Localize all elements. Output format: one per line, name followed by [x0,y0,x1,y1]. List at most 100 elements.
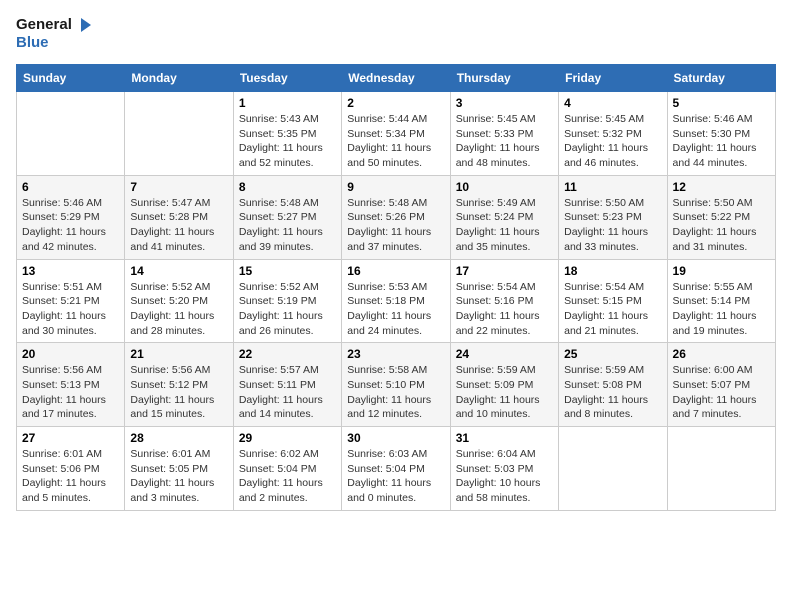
day-info: Sunrise: 6:00 AMSunset: 5:07 PMDaylight:… [673,363,770,422]
day-number: 13 [22,264,119,278]
day-info: Sunrise: 5:43 AMSunset: 5:35 PMDaylight:… [239,112,336,171]
calendar-cell: 29Sunrise: 6:02 AMSunset: 5:04 PMDayligh… [233,427,341,511]
day-number: 2 [347,96,444,110]
day-info: Sunrise: 6:04 AMSunset: 5:03 PMDaylight:… [456,447,553,506]
day-info: Sunrise: 5:50 AMSunset: 5:22 PMDaylight:… [673,196,770,255]
page-header: General Blue [16,16,776,52]
calendar-cell [125,92,233,176]
calendar-cell: 23 Sunrise: 5:58 AMSunset: 5:10 PMDayligh… [342,343,450,427]
weekday-header-row: SundayMondayTuesdayWednesdayThursdayFrid… [17,65,776,92]
calendar-cell: 1 Sunrise: 5:43 AMSunset: 5:35 PMDaylight… [233,92,341,176]
day-info: Sunrise: 5:46 AMSunset: 5:30 PMDaylight:… [673,112,770,171]
weekday-header-thursday: Thursday [450,65,558,92]
calendar-week-row: 13 Sunrise: 5:51 AMSunset: 5:21 PMDayligh… [17,259,776,343]
calendar-cell: 21Sunrise: 5:56 AMSunset: 5:12 PMDayligh… [125,343,233,427]
day-info: Sunrise: 6:01 AMSunset: 5:06 PMDaylight:… [22,447,119,506]
day-number: 27 [22,431,119,445]
day-info: Sunrise: 5:47 AMSunset: 5:28 PMDaylight:… [130,196,227,255]
weekday-header-friday: Friday [559,65,667,92]
calendar-cell: 4 Sunrise: 5:45 AMSunset: 5:32 PMDaylight… [559,92,667,176]
day-number: 17 [456,264,553,278]
day-info: Sunrise: 6:03 AMSunset: 5:04 PMDaylight:… [347,447,444,506]
weekday-header-sunday: Sunday [17,65,125,92]
calendar-cell: 11 Sunrise: 5:50 AMSunset: 5:23 PMDayligh… [559,175,667,259]
calendar-cell: 28 Sunrise: 6:01 AMSunset: 5:05 PMDayligh… [125,427,233,511]
day-number: 1 [239,96,336,110]
day-number: 30 [347,431,444,445]
weekday-header-saturday: Saturday [667,65,775,92]
day-info: Sunrise: 5:54 AMSunset: 5:16 PMDaylight:… [456,280,553,339]
calendar-cell: 5 Sunrise: 5:46 AMSunset: 5:30 PMDaylight… [667,92,775,176]
day-number: 24 [456,347,553,361]
calendar-cell: 8 Sunrise: 5:48 AMSunset: 5:27 PMDaylight… [233,175,341,259]
day-number: 14 [130,264,227,278]
day-info: Sunrise: 5:54 AMSunset: 5:15 PMDaylight:… [564,280,661,339]
day-number: 9 [347,180,444,194]
calendar-cell: 13 Sunrise: 5:51 AMSunset: 5:21 PMDayligh… [17,259,125,343]
day-info: Sunrise: 5:55 AMSunset: 5:14 PMDaylight:… [673,280,770,339]
day-info: Sunrise: 5:58 AMSunset: 5:10 PMDaylight:… [347,363,444,422]
calendar-cell: 9Sunrise: 5:48 AMSunset: 5:26 PMDaylight… [342,175,450,259]
calendar-cell: 7 Sunrise: 5:47 AMSunset: 5:28 PMDaylight… [125,175,233,259]
day-number: 8 [239,180,336,194]
calendar-cell: 10 Sunrise: 5:49 AMSunset: 5:24 PMDayligh… [450,175,558,259]
calendar-cell: 6Sunrise: 5:46 AMSunset: 5:29 PMDaylight… [17,175,125,259]
calendar-cell: 17 Sunrise: 5:54 AMSunset: 5:16 PMDayligh… [450,259,558,343]
day-number: 19 [673,264,770,278]
day-info: Sunrise: 5:52 AMSunset: 5:19 PMDaylight:… [239,280,336,339]
calendar-cell: 30 Sunrise: 6:03 AMSunset: 5:04 PMDayligh… [342,427,450,511]
day-number: 25 [564,347,661,361]
day-info: Sunrise: 5:48 AMSunset: 5:27 PMDaylight:… [239,196,336,255]
day-info: Sunrise: 5:50 AMSunset: 5:23 PMDaylight:… [564,196,661,255]
day-number: 3 [456,96,553,110]
calendar-cell [667,427,775,511]
calendar-cell: 25Sunrise: 5:59 AMSunset: 5:08 PMDayligh… [559,343,667,427]
day-number: 31 [456,431,553,445]
calendar-cell: 26 Sunrise: 6:00 AMSunset: 5:07 PMDayligh… [667,343,775,427]
day-number: 23 [347,347,444,361]
day-number: 21 [130,347,227,361]
calendar-week-row: 6Sunrise: 5:46 AMSunset: 5:29 PMDaylight… [17,175,776,259]
day-info: Sunrise: 5:53 AMSunset: 5:18 PMDaylight:… [347,280,444,339]
day-info: Sunrise: 5:57 AMSunset: 5:11 PMDaylight:… [239,363,336,422]
day-number: 11 [564,180,661,194]
calendar-cell: 20Sunrise: 5:56 AMSunset: 5:13 PMDayligh… [17,343,125,427]
day-info: Sunrise: 5:52 AMSunset: 5:20 PMDaylight:… [130,280,227,339]
calendar-week-row: 20Sunrise: 5:56 AMSunset: 5:13 PMDayligh… [17,343,776,427]
day-info: Sunrise: 6:01 AMSunset: 5:05 PMDaylight:… [130,447,227,506]
day-number: 4 [564,96,661,110]
day-info: Sunrise: 5:46 AMSunset: 5:29 PMDaylight:… [22,196,119,255]
weekday-header-monday: Monday [125,65,233,92]
calendar-cell: 14 Sunrise: 5:52 AMSunset: 5:20 PMDayligh… [125,259,233,343]
calendar-cell: 31 Sunrise: 6:04 AMSunset: 5:03 PMDayligh… [450,427,558,511]
day-number: 10 [456,180,553,194]
calendar-cell: 27 Sunrise: 6:01 AMSunset: 5:06 PMDayligh… [17,427,125,511]
logo-text: General Blue [16,16,93,52]
logo: General Blue [16,16,93,52]
calendar-cell [559,427,667,511]
day-number: 5 [673,96,770,110]
day-number: 12 [673,180,770,194]
calendar-cell: 15 Sunrise: 5:52 AMSunset: 5:19 PMDayligh… [233,259,341,343]
weekday-header-tuesday: Tuesday [233,65,341,92]
day-info: Sunrise: 6:02 AMSunset: 5:04 PMDaylight:… [239,447,336,506]
logo-triangle-icon [75,16,93,34]
calendar-cell: 22Sunrise: 5:57 AMSunset: 5:11 PMDayligh… [233,343,341,427]
calendar-week-row: 1 Sunrise: 5:43 AMSunset: 5:35 PMDaylight… [17,92,776,176]
day-info: Sunrise: 5:45 AMSunset: 5:33 PMDaylight:… [456,112,553,171]
day-number: 15 [239,264,336,278]
calendar-cell: 12 Sunrise: 5:50 AMSunset: 5:22 PMDayligh… [667,175,775,259]
day-info: Sunrise: 5:51 AMSunset: 5:21 PMDaylight:… [22,280,119,339]
day-number: 28 [130,431,227,445]
calendar-cell [17,92,125,176]
calendar-cell: 3 Sunrise: 5:45 AMSunset: 5:33 PMDaylight… [450,92,558,176]
day-number: 26 [673,347,770,361]
day-info: Sunrise: 5:49 AMSunset: 5:24 PMDaylight:… [456,196,553,255]
day-number: 7 [130,180,227,194]
day-info: Sunrise: 5:44 AMSunset: 5:34 PMDaylight:… [347,112,444,171]
weekday-header-wednesday: Wednesday [342,65,450,92]
day-info: Sunrise: 5:59 AMSunset: 5:09 PMDaylight:… [456,363,553,422]
calendar-cell: 19 Sunrise: 5:55 AMSunset: 5:14 PMDayligh… [667,259,775,343]
day-info: Sunrise: 5:45 AMSunset: 5:32 PMDaylight:… [564,112,661,171]
calendar-cell: 2 Sunrise: 5:44 AMSunset: 5:34 PMDaylight… [342,92,450,176]
